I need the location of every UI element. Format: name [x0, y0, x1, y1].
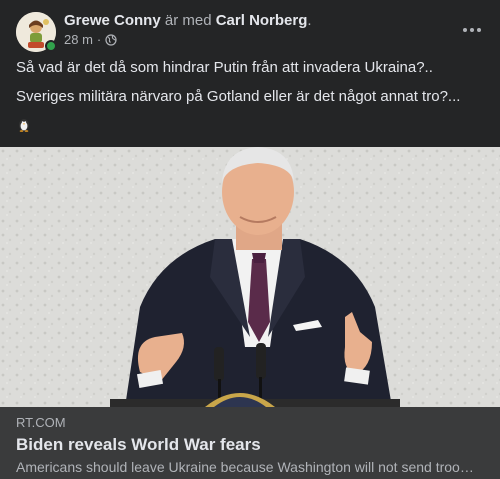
link-preview-card[interactable]: RT.COM Biden reveals World War fears Ame…: [0, 407, 500, 479]
more-horizontal-icon: [463, 28, 481, 32]
link-description: Americans should leave Ukraine because W…: [16, 459, 476, 475]
post-header: Grewe Conny är med Carl Norberg.: [64, 11, 312, 31]
author-avatar-wrap[interactable]: [16, 12, 57, 52]
online-status-dot: [45, 40, 57, 52]
globe-icon[interactable]: [105, 34, 117, 46]
tagged-suffix: .: [307, 12, 312, 29]
post-meta: 28 m ·: [64, 32, 117, 48]
post-text-line-2: Sveriges militära närvaro på Gotland ell…: [16, 88, 461, 105]
meta-separator: ·: [96, 32, 102, 47]
link-preview-image[interactable]: [0, 147, 500, 407]
penguin-emoji-icon: [16, 116, 32, 132]
feed-post: Grewe Conny är med Carl Norberg. 28 m · …: [0, 0, 500, 479]
with-text: är med: [164, 12, 212, 29]
link-domain: RT.COM: [16, 415, 66, 430]
more-options-button[interactable]: [458, 16, 486, 44]
post-timestamp[interactable]: 28 m: [64, 32, 93, 48]
author-name[interactable]: Grewe Conny: [64, 12, 161, 29]
news-photo: [0, 147, 500, 407]
post-text-line-1: Så vad är det då som hindrar Putin från …: [16, 59, 433, 76]
link-title[interactable]: Biden reveals World War fears: [16, 434, 261, 456]
tagged-person[interactable]: Carl Norberg: [216, 12, 308, 29]
